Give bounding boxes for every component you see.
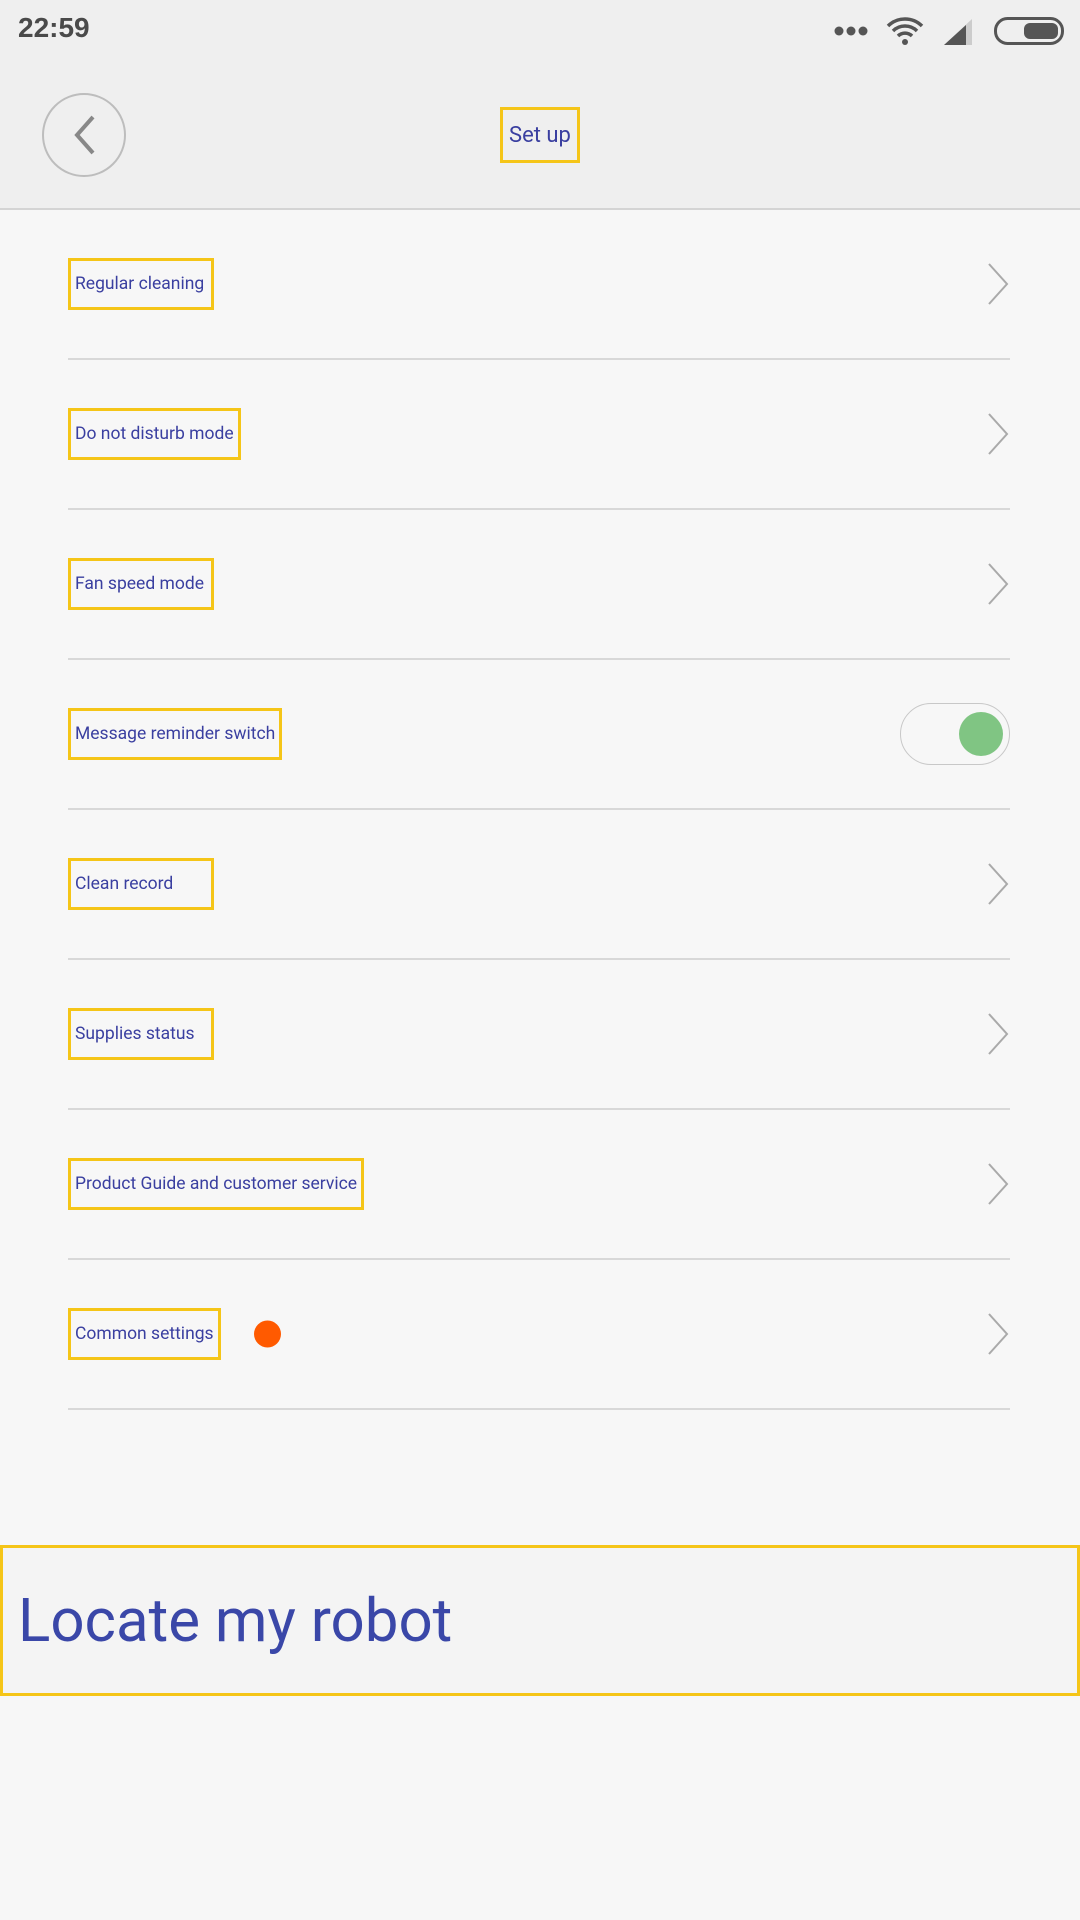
- settings-row-label: Message reminder switch: [68, 708, 283, 760]
- settings-row[interactable]: Message reminder switch: [68, 660, 1010, 810]
- chevron-right-icon: [988, 1313, 1009, 1355]
- settings-row-label: Fan speed mode: [68, 558, 214, 610]
- settings-row[interactable]: Common settings: [68, 1260, 1010, 1410]
- notification-badge: [254, 1320, 281, 1348]
- more-dots-icon: [834, 26, 868, 36]
- settings-row[interactable]: Fan speed mode: [68, 510, 1010, 660]
- settings-row-label: Common settings: [68, 1308, 221, 1360]
- settings-row-label: Supplies status: [68, 1008, 214, 1060]
- battery-icon: [994, 17, 1064, 45]
- chevron-left-icon: [74, 115, 95, 155]
- settings-row[interactable]: Product Guide and customer service: [68, 1110, 1010, 1260]
- header: Set up: [0, 70, 1080, 210]
- settings-row-label: Product Guide and customer service: [68, 1158, 365, 1210]
- settings-row-label: Clean record: [68, 858, 214, 910]
- settings-row[interactable]: Do not disturb mode: [68, 360, 1010, 510]
- settings-row[interactable]: Clean record: [68, 810, 1010, 960]
- chevron-right-icon: [988, 1013, 1009, 1055]
- settings-row[interactable]: Regular cleaning: [68, 210, 1010, 360]
- settings-row[interactable]: Supplies status: [68, 960, 1010, 1110]
- chevron-right-icon: [988, 1163, 1009, 1205]
- settings-row-label: Do not disturb mode: [68, 408, 241, 460]
- chevron-right-icon: [988, 563, 1009, 605]
- toggle-knob: [959, 712, 1003, 756]
- settings-row-label: Regular cleaning: [68, 258, 214, 310]
- chevron-right-icon: [988, 413, 1009, 455]
- page-title: Set up: [500, 107, 580, 163]
- signal-icon: [944, 19, 972, 45]
- back-button[interactable]: [42, 93, 126, 177]
- status-bar: 22:59: [0, 0, 1080, 70]
- wifi-icon: [886, 17, 924, 45]
- status-time: 22:59: [18, 12, 90, 43]
- chevron-right-icon: [988, 863, 1009, 905]
- message-reminder-toggle[interactable]: [900, 703, 1010, 765]
- chevron-right-icon: [988, 263, 1009, 305]
- locate-robot-button[interactable]: Locate my robot: [0, 1545, 1080, 1696]
